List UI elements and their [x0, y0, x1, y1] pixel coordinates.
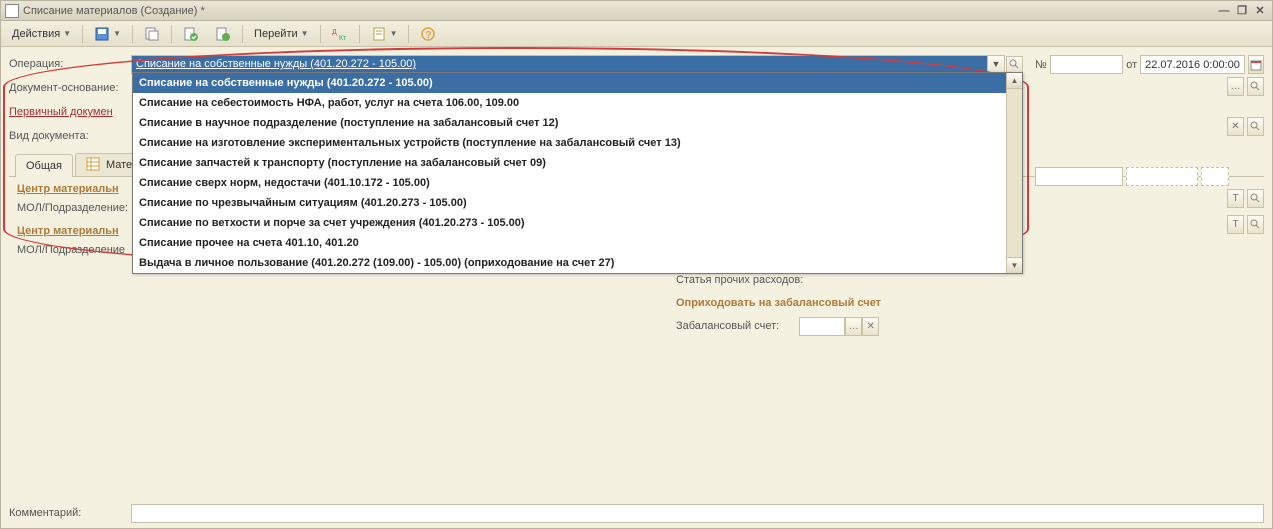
lookup-button[interactable] [1006, 56, 1023, 73]
operation-field[interactable]: Списание на собственные нужды (401.20.27… [131, 55, 1005, 74]
lower-right: Статья прочих расходов: Оприходовать на … [676, 269, 1264, 339]
report-button[interactable]: ▼ [364, 24, 405, 44]
chevron-down-icon: ▼ [301, 29, 309, 38]
article-label: Статья прочих расходов: [676, 274, 803, 286]
scrollbar[interactable]: ▲ ▼ [1006, 73, 1022, 273]
window-buttons: — ❐ ✕ [1216, 4, 1268, 18]
tab-general[interactable]: Общая [15, 154, 73, 177]
dropdown-item[interactable]: Списание сверх норм, недостачи (401.10.1… [133, 173, 1006, 193]
unpost-icon [215, 26, 231, 42]
report-icon [371, 26, 387, 42]
grid-icon [86, 157, 102, 173]
dropdown-item[interactable]: Списание по ветхости и порче за счет учр… [133, 213, 1006, 233]
svg-text:Д: Д [332, 29, 337, 36]
footer: Комментарий: [9, 502, 1264, 524]
help-icon: ? [420, 26, 436, 42]
dropdown-item[interactable]: Выдача в личное пользование (401.20.272 … [133, 253, 1006, 273]
separator [171, 25, 172, 43]
separator [408, 25, 409, 43]
lookup-button[interactable] [1247, 117, 1264, 136]
unpost-button[interactable] [208, 24, 238, 44]
goto-menu[interactable]: Перейти ▼ [247, 24, 316, 44]
field-a[interactable] [1035, 167, 1123, 186]
restore-button[interactable]: ❐ [1234, 4, 1250, 18]
copy-button[interactable] [137, 24, 167, 44]
separator [242, 25, 243, 43]
separator [132, 25, 133, 43]
primary-doc-label: Первичный докумен [9, 106, 131, 118]
svg-text:Кт: Кт [339, 35, 347, 42]
ellipsis-button[interactable]: … [1227, 77, 1244, 96]
scroll-down-button[interactable]: ▼ [1007, 257, 1022, 273]
date-field[interactable]: 22.07.2016 0:00:00 [1140, 55, 1245, 74]
save-button[interactable]: ▼ [87, 24, 128, 44]
app-window: Списание материалов (Создание) * — ❐ ✕ Д… [0, 0, 1273, 529]
calendar-button[interactable] [1248, 55, 1264, 74]
dropdown-toggle[interactable]: ▼ [987, 56, 1004, 73]
dropdown-item[interactable]: Списание запчастей к транспорту (поступл… [133, 153, 1006, 173]
separator [82, 25, 83, 43]
dropdown-item[interactable]: Списание на собственные нужды (401.20.27… [133, 73, 1006, 93]
dtct-icon: ДКт [332, 26, 348, 42]
actions-label: Действия [12, 28, 60, 40]
basis-label: Документ-основание: [9, 82, 131, 94]
dropdown-item[interactable]: Списание на себестоимость НФА, работ, ус… [133, 93, 1006, 113]
from-label: от [1126, 59, 1137, 71]
chevron-down-icon: ▼ [390, 29, 398, 38]
date-value: 22.07.2016 0:00:00 [1141, 59, 1244, 71]
field-c[interactable] [1201, 167, 1229, 186]
separator [320, 25, 321, 43]
header-right: № от 22.07.2016 0:00:00 … ✕ T T [1035, 55, 1264, 237]
dropdown-item[interactable]: Списание в научное подразделение (поступ… [133, 113, 1006, 133]
number-label: № [1035, 59, 1047, 71]
mol1-label: МОЛ/Подразделение: [17, 202, 133, 214]
copy-icon [144, 26, 160, 42]
document-icon [5, 4, 19, 18]
window-title: Списание материалов (Создание) * [23, 5, 1212, 17]
help-button[interactable]: ? [413, 24, 443, 44]
post-icon [183, 26, 199, 42]
chevron-down-icon: ▼ [63, 29, 71, 38]
clear-button[interactable]: ✕ [1227, 117, 1244, 136]
dropdown-item[interactable]: Списание на изготовление экспериментальн… [133, 133, 1006, 153]
titlebar: Списание материалов (Создание) * — ❐ ✕ [1, 1, 1272, 21]
close-button[interactable]: ✕ [1252, 4, 1268, 18]
separator [359, 25, 360, 43]
text-button[interactable]: T [1227, 189, 1244, 208]
text-button[interactable]: T [1227, 215, 1244, 234]
operation-label: Операция: [9, 58, 131, 70]
dropdown-item[interactable]: Списание по чрезвычайным ситуациям (401.… [133, 193, 1006, 213]
field-b[interactable] [1126, 167, 1198, 186]
operation-dropdown: Списание на собственные нужды (401.20.27… [132, 72, 1023, 274]
number-field[interactable] [1050, 55, 1123, 74]
offbal-acc-label: Забалансовый счет: [676, 320, 779, 332]
lookup-button[interactable] [1247, 77, 1264, 96]
tab-general-label: Общая [26, 160, 62, 172]
comment-field[interactable] [131, 504, 1264, 523]
ellipsis-button[interactable]: … [845, 317, 862, 336]
lookup-button[interactable] [1247, 189, 1264, 208]
toolbar: Действия ▼ ▼ Перейти ▼ ДКт ▼ ? [1, 21, 1272, 47]
comment-label: Комментарий: [9, 507, 131, 519]
operation-value: Списание на собственные нужды (401.20.27… [132, 58, 987, 70]
actions-menu[interactable]: Действия ▼ [5, 24, 78, 44]
mol2-label: МОЛ/Подразделение [17, 244, 133, 256]
doctype-label: Вид документа: [9, 130, 131, 142]
post-button[interactable] [176, 24, 206, 44]
scroll-up-button[interactable]: ▲ [1007, 73, 1022, 89]
svg-text:?: ? [426, 30, 432, 41]
goto-label: Перейти [254, 28, 298, 40]
save-icon [94, 26, 110, 42]
dropdown-list: Списание на собственные нужды (401.20.27… [133, 73, 1006, 273]
lookup-button[interactable] [1247, 215, 1264, 234]
dtct-button[interactable]: ДКт [325, 24, 355, 44]
chevron-down-icon: ▼ [113, 29, 121, 38]
offbal-field[interactable] [799, 317, 845, 336]
clear-button[interactable]: ✕ [862, 317, 879, 336]
dropdown-item[interactable]: Списание прочее на счета 401.10, 401.20 [133, 233, 1006, 253]
offbalance-heading: Оприходовать на забалансовый счет [676, 297, 1264, 309]
minimize-button[interactable]: — [1216, 4, 1232, 18]
